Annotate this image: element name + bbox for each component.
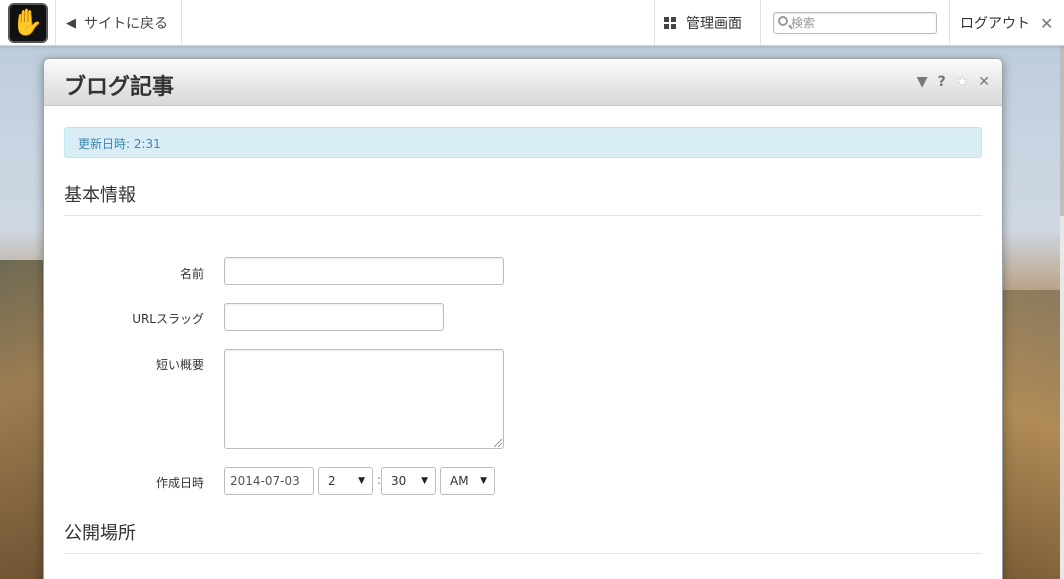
minute-value: 30	[391, 474, 407, 488]
logout-link[interactable]: ログアウト ✕	[949, 0, 1059, 46]
help-icon[interactable]: ?	[938, 74, 946, 90]
ampm-value: AM	[450, 474, 469, 488]
dashboard-label: 管理画面	[686, 16, 742, 32]
name-input[interactable]	[224, 257, 504, 285]
resize-handle-icon[interactable]	[494, 439, 502, 447]
blog-entry-panel: ブログ記事 ▼ ? ★ ✕ 更新日時: 2:31 基本情報 名前 URLスラッグ…	[43, 58, 1003, 579]
search-cell	[760, 0, 950, 46]
close-icon: ✕	[1040, 13, 1054, 33]
ampm-select[interactable]: AM ▼	[440, 467, 495, 495]
short-description-textarea[interactable]	[224, 349, 504, 449]
short-description-label: 短い概要	[155, 358, 204, 372]
concrete5-logo-icon[interactable]: ✋	[7, 3, 48, 43]
background-landscape-right	[994, 290, 1064, 579]
page-scrollbar[interactable]	[1060, 46, 1064, 579]
minute-select[interactable]: 30 ▼	[381, 467, 436, 495]
search-input[interactable]	[791, 15, 931, 31]
search-icon	[778, 16, 788, 26]
logout-label: ログアウト	[960, 16, 1030, 32]
close-icon[interactable]: ✕	[978, 74, 990, 90]
updated-alert: 更新日時: 2:31	[64, 127, 982, 158]
panel-header: ブログ記事 ▼ ? ★ ✕	[44, 59, 1002, 106]
back-to-site-link[interactable]: ◀ サイトに戻る	[56, 0, 182, 46]
section-publish-location: 公開場所	[64, 519, 982, 554]
panel-title: ブログ記事	[64, 75, 175, 100]
left-arrow-icon: ◀	[66, 15, 76, 31]
url-slug-label: URLスラッグ	[132, 312, 204, 326]
section-basic-info: 基本情報	[64, 181, 982, 216]
caret-down-icon: ▼	[358, 476, 365, 486]
name-label: 名前	[179, 267, 204, 281]
search-box[interactable]	[773, 12, 937, 34]
hour-select[interactable]: 2 ▼	[318, 467, 373, 495]
chevron-down-icon[interactable]: ▼	[917, 74, 928, 90]
grid-icon	[664, 17, 676, 29]
logo-cell[interactable]: ✋	[0, 0, 56, 46]
date-input[interactable]: 2014-07-03	[224, 467, 314, 495]
hour-value: 2	[328, 474, 336, 488]
caret-down-icon: ▼	[480, 476, 487, 486]
star-icon[interactable]: ★	[956, 74, 969, 90]
top-toolbar: ✋ ◀ サイトに戻る 管理画面 ログアウト ✕	[0, 0, 1064, 46]
dashboard-link[interactable]: 管理画面	[654, 0, 760, 46]
url-slug-input[interactable]	[224, 303, 444, 331]
scrollbar-thumb[interactable]	[1060, 46, 1064, 216]
created-date-label: 作成日時	[155, 476, 204, 490]
panel-controls: ▼ ? ★ ✕	[907, 74, 990, 90]
caret-down-icon: ▼	[421, 476, 428, 486]
back-to-site-label: サイトに戻る	[84, 16, 168, 32]
